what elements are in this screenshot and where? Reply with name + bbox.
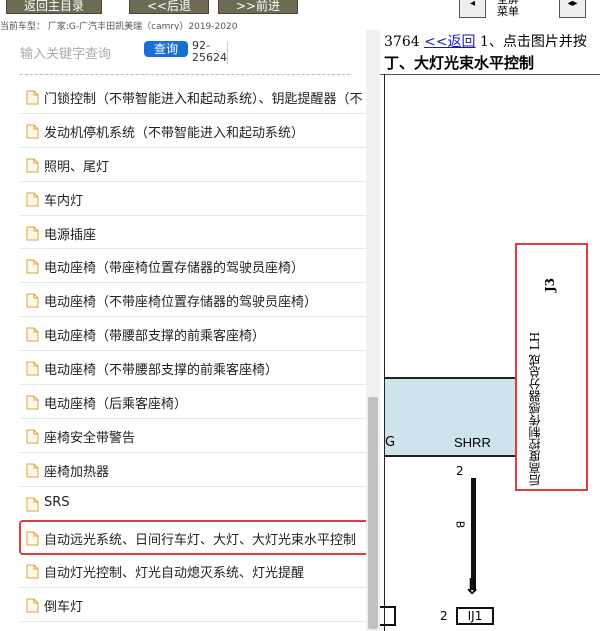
list-item-label: 车内灯: [44, 193, 84, 209]
down-arrow-icon: ⇓: [463, 575, 482, 600]
list-item-label: 自动远光系统、日间行车灯、大灯、大灯光束水平控制: [44, 532, 357, 548]
sensor-name: 后高度控制传感器分总成 LH: [528, 331, 542, 486]
scrollbar-thumb[interactable]: [368, 397, 378, 629]
document-icon: [26, 463, 39, 478]
list-item[interactable]: 门锁控制（不带智能进入和起动系统）、钥匙提醒器（不: [20, 80, 368, 114]
sensor-code: J3: [543, 278, 557, 293]
wire: [471, 478, 476, 590]
list-item[interactable]: SRS: [20, 487, 368, 521]
pin-number-bottom: 2: [440, 609, 448, 623]
list-item-label: 电源插座: [44, 227, 97, 243]
list-item-label: 门锁控制（不带智能进入和起动系统）、钥匙提醒器（不: [44, 92, 363, 107]
diagram-title: 丁、大灯光束水平控制: [384, 54, 535, 72]
list-item-label: 发动机停机系统（不带智能进入和起动系统）: [44, 125, 305, 141]
document-icon: [26, 293, 39, 308]
list-item[interactable]: 电动座椅（后乘客座椅）: [20, 385, 368, 419]
list-item[interactable]: 电动座椅（不带座椅位置存储器的驾驶员座椅）: [20, 283, 368, 318]
document-icon: [26, 497, 39, 512]
page-number: 3764: [384, 34, 420, 50]
diagram-header: 3764 <<返回 1、点击图片并按: [384, 31, 587, 51]
list-item[interactable]: 座椅加热器: [20, 453, 368, 487]
fullscreen-menu-label: 全屏 菜单: [497, 0, 519, 18]
next-button[interactable]: >>前进: [218, 0, 298, 14]
list-item[interactable]: 车内灯: [20, 182, 368, 216]
prev-button[interactable]: <<后退: [129, 0, 209, 14]
list-item-label: 电动座椅（不带腰部支撑的前乘客座椅）: [44, 363, 279, 379]
list-item[interactable]: 自动远光系统、日间行车灯、大灯、大灯光束水平控制: [19, 519, 369, 556]
document-icon: [26, 361, 39, 376]
list-item-label: 倒车灯: [44, 600, 84, 616]
search-button[interactable]: 查询: [144, 41, 188, 57]
list-item[interactable]: 电源插座: [20, 216, 368, 250]
hint-text: 1、点击图片并按: [480, 34, 587, 50]
document-icon: [26, 531, 39, 546]
list-item[interactable]: 倒车灯: [20, 588, 368, 623]
document-icon: [26, 564, 39, 579]
divider: [380, 74, 600, 75]
divider: [20, 74, 350, 75]
list-item[interactable]: 自动灯光控制、灯光自动熄灭系统、灯光提醒: [20, 554, 368, 589]
list-item-label: SRS: [44, 494, 70, 510]
list-item[interactable]: 发动机停机系统（不带智能进入和起动系统）: [20, 114, 368, 148]
document-icon: [26, 90, 39, 105]
document-icon: [26, 395, 39, 410]
document-icon: [26, 158, 39, 173]
list-item[interactable]: 照明、尾灯: [20, 148, 368, 182]
divider: [227, 42, 228, 64]
document-icon: [26, 192, 39, 207]
collapse-left-icon[interactable]: ◂: [459, 0, 486, 18]
back-link[interactable]: <<返回: [424, 34, 475, 50]
diagram-frame-line: [384, 74, 385, 631]
current-model-label: 当前车型： 厂家:G-广汽丰田凯美瑞（camry）2019-2020: [0, 22, 238, 30]
list-item-label: 电动座椅（带腰部支撑的前乘客座椅）: [44, 329, 266, 345]
toc-list: 门锁控制（不带智能进入和起动系统）、钥匙提醒器（不 发动机停机系统（不带智能进入和…: [19, 80, 369, 623]
list-item[interactable]: 电动座椅（不带腰部支撑的前乘客座椅）: [20, 351, 368, 386]
list-item[interactable]: 电动座椅（带腰部支撑的前乘客座椅）: [20, 317, 368, 352]
search-row: 输入关键字查询 查询 92- 25624: [20, 40, 365, 68]
back-to-home-button[interactable]: 返回主目录: [6, 0, 102, 14]
list-item-label: 电动座椅（后乘客座椅）: [44, 397, 188, 413]
document-icon: [26, 124, 39, 139]
list-item-label: 自动灯光控制、灯光自动熄灭系统、灯光提醒: [44, 566, 305, 582]
search-input[interactable]: 输入关键字查询: [20, 43, 111, 62]
connector-terminal-label: SHRR: [454, 435, 491, 450]
list-item[interactable]: 电动座椅（带座椅位置存储器的驾驶员座椅）: [20, 249, 368, 284]
list-item-label: 电动座椅（带座椅位置存储器的驾驶员座椅）: [44, 261, 305, 277]
diagram-pane: 3764 <<返回 1、点击图片并按 丁、大灯光束水平控制 G SHRR 2 B…: [380, 30, 600, 631]
junction-connector: IJ1: [456, 607, 494, 625]
document-icon: [26, 429, 39, 444]
document-icon: [26, 327, 39, 342]
document-icon: [26, 598, 39, 613]
wire-color-label: B: [453, 520, 467, 529]
connector-left-label: G: [385, 435, 396, 450]
list-item-label: 座椅安全带警告: [44, 430, 136, 446]
sensor-label-area: 后高度控制传感器分总成 LH J3: [516, 248, 586, 488]
page-range: 92- 25624: [192, 39, 227, 64]
scrollbar[interactable]: [366, 30, 380, 631]
expand-both-icon[interactable]: ◂▸: [559, 0, 586, 18]
pin-number-top: 2: [456, 464, 464, 478]
list-item-label: 座椅加热器: [44, 464, 110, 480]
document-icon: [26, 226, 39, 241]
list-item-label: 照明、尾灯: [44, 159, 110, 175]
list-item[interactable]: 座椅安全带警告: [20, 419, 368, 453]
top-toolbar: 返回主目录 <<后退 >>前进 当前车型： 厂家:G-广汽丰田凯美瑞（camry…: [0, 0, 600, 30]
partial-connector: [380, 606, 396, 626]
document-icon: [26, 259, 39, 274]
toc-panel: 输入关键字查询 查询 92- 25624 门锁控制（不带智能进入和起动系统）、钥…: [0, 30, 380, 631]
list-item-label: 电动座椅（不带座椅位置存储器的驾驶员座椅）: [44, 295, 318, 311]
fullscreen-menu-button[interactable]: 全屏 菜单: [497, 0, 519, 18]
